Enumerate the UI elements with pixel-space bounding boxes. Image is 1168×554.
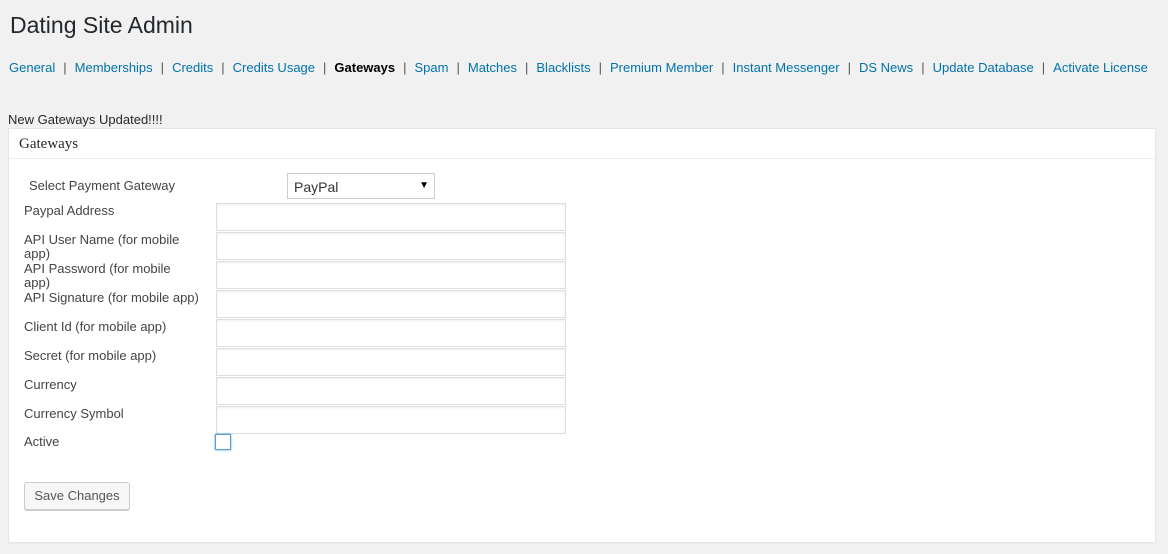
page-title: Dating Site Admin [10,12,193,38]
subnav-separator: | [456,60,460,75]
currency-symbol-label: Currency Symbol [24,406,124,421]
active-label: Active [24,434,60,449]
subnav-item-matches[interactable]: Matches [468,60,517,75]
subnav-separator: | [160,60,165,75]
subnav-item-gateways[interactable]: Gateways [334,60,395,75]
subnav-separator: | [847,60,851,75]
subnav-item-memberships[interactable]: Memberships [75,60,153,75]
api-password-label: API Password (for mobile app) [24,261,171,290]
subnav-item-general[interactable]: General [9,60,55,75]
update-notice: New Gateways Updated!!!! [8,112,163,127]
subnav-item-credits-usage[interactable]: Credits Usage [233,60,315,75]
subnav-separator: | [525,60,529,75]
subnav-separator: | [921,60,925,75]
panel-header: Gateways [9,129,1155,159]
paypal-address-label: Paypal Address [24,203,115,218]
chevron-down-icon: ▼ [419,180,429,191]
api-signature-label: API Signature (for mobile app) [24,290,199,305]
secret-input[interactable] [216,348,566,376]
subnav-item-spam[interactable]: Spam [415,60,449,75]
settings-subnav: General | Memberships | Credits | Credits Usag… [9,59,1148,77]
api-password-input[interactable] [216,261,566,289]
api-user-name-label: API User Name (for mobile app) [24,232,180,261]
currency-label: Currency [24,377,77,392]
paypal-address-input[interactable] [216,203,566,231]
gateway-selected-value: PayPal [294,179,339,195]
save-changes-button[interactable]: Save Changes [24,482,130,510]
subnav-item-blacklists[interactable]: Blacklists [536,60,590,75]
subnav-item-premium-member[interactable]: Premium Member [610,60,713,75]
subnav-separator: | [403,60,407,75]
currency-symbol-input[interactable] [216,406,566,434]
api-user-name-input[interactable] [216,232,566,260]
subnav-separator: | [721,60,725,75]
subnav-separator: | [63,60,67,75]
secret-label: Secret (for mobile app) [24,348,157,363]
client-id-label: Client Id (for mobile app) [24,319,167,334]
api-signature-input[interactable] [216,290,566,318]
subnav-item-update-database[interactable]: Update Database [933,60,1034,75]
client-id-input[interactable] [216,319,566,347]
subnav-item-activate-license[interactable]: Activate License [1053,60,1148,75]
gateway-select-label: Select Payment Gateway [29,178,175,193]
panel-title: Gateways [19,136,79,152]
gateways-panel: Gateways Select Payment Gateway PayPal ▼… [8,128,1156,543]
payment-gateway-select[interactable]: PayPal ▼ [287,173,435,199]
subnav-item-instant-messenger[interactable]: Instant Messenger [733,60,840,75]
subnav-separator: | [323,60,327,75]
subnav-item-credits[interactable]: Credits [172,60,213,75]
subnav-separator: | [1041,60,1046,75]
subnav-separator: | [598,60,602,75]
subnav-separator: | [221,60,225,75]
currency-input[interactable] [216,377,566,405]
subnav-item-ds-news[interactable]: DS News [859,60,913,75]
active-checkbox[interactable] [215,434,231,450]
